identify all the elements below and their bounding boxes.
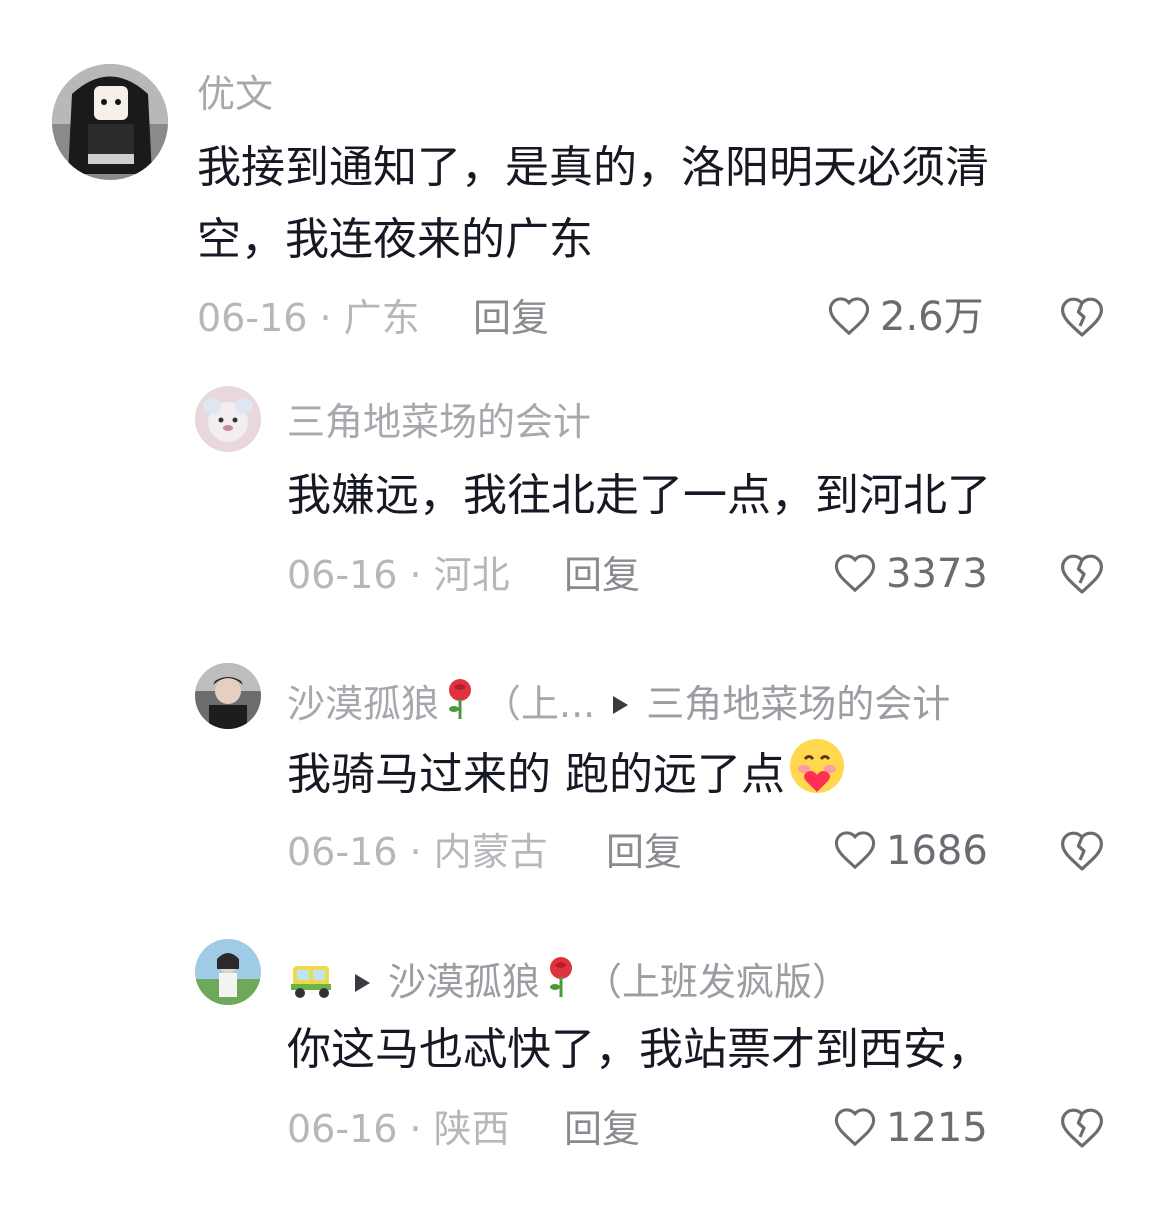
like-button[interactable]: 3373 xyxy=(832,550,988,598)
comment-text: 你这马也忒快了，我站票才到西安， xyxy=(287,1024,991,1075)
heart-outline-icon xyxy=(832,1104,878,1152)
avatar[interactable] xyxy=(52,64,168,180)
avatar[interactable] xyxy=(195,939,261,1005)
reply-button[interactable]: 回复 xyxy=(606,830,682,874)
comment-username[interactable]: 三角地菜场的会计 xyxy=(287,400,591,444)
broken-heart-icon[interactable] xyxy=(1058,550,1106,598)
like-button[interactable]: 1215 xyxy=(832,1104,988,1152)
rose-emoji xyxy=(443,677,477,730)
reply-to-username[interactable]: 沙漠孤狼 xyxy=(388,960,540,1004)
username-suffix: （上... xyxy=(483,682,596,726)
heart-outline-icon xyxy=(832,550,878,598)
broken-heart-icon[interactable] xyxy=(1058,293,1106,341)
comment-text-line: 空，我连夜来的广东 xyxy=(197,214,593,265)
avatar[interactable] xyxy=(195,386,261,452)
comment-username[interactable]: 沙漠孤狼 （上班发疯版） xyxy=(287,955,850,1014)
comment-date-location: 06-16 · 广东 xyxy=(197,296,420,340)
comment-text: 我接到通知了，是真的，洛阳明天必须清 空，我连夜来的广东 xyxy=(197,132,1097,276)
comment-username[interactable]: 沙漠孤狼 （上... 三角地菜场的会计 xyxy=(287,677,950,736)
avatar[interactable] xyxy=(195,663,261,729)
broken-heart-icon[interactable] xyxy=(1058,827,1106,875)
play-arrow-icon xyxy=(355,973,370,992)
comment-text: 我骑马过来的 跑的远了点 xyxy=(287,736,1147,818)
reply-button[interactable]: 回复 xyxy=(473,296,549,340)
reply-button[interactable]: 回复 xyxy=(564,553,640,597)
comment-date-location: 06-16 · 内蒙古 xyxy=(287,830,548,874)
blush-heart-emoji xyxy=(785,736,849,818)
reply-to-suffix: （上班发疯版） xyxy=(584,960,851,1004)
username-name: 沙漠孤狼 xyxy=(287,682,440,726)
like-button[interactable]: 1686 xyxy=(832,827,988,875)
comment-date-location: 06-16 · 陕西 xyxy=(287,1107,510,1151)
heart-outline-icon xyxy=(826,293,872,341)
like-count: 1686 xyxy=(886,828,988,874)
play-arrow-icon xyxy=(613,695,629,714)
broken-heart-icon[interactable] xyxy=(1058,1104,1106,1152)
like-count: 1215 xyxy=(886,1105,988,1151)
reply-to-username[interactable]: 三角地菜场的会计 xyxy=(646,682,950,726)
comment-text: 我嫌远，我往北走了一点，到河北了 xyxy=(287,470,991,521)
comment-text-content: 我骑马过来的 跑的远了点 xyxy=(287,749,785,800)
comment-date-location: 06-16 · 河北 xyxy=(287,553,510,597)
rose-emoji xyxy=(544,955,578,1008)
like-count: 2.6万 xyxy=(880,294,984,340)
comment-text-line: 我接到通知了，是真的，洛阳明天必须清 xyxy=(197,142,989,193)
like-count: 3373 xyxy=(886,551,988,597)
tuk-tuk-badge xyxy=(287,960,337,1009)
comment-username[interactable]: 优文 xyxy=(197,72,273,116)
reply-button[interactable]: 回复 xyxy=(564,1107,640,1151)
like-button[interactable]: 2.6万 xyxy=(826,293,984,341)
heart-outline-icon xyxy=(832,827,878,875)
